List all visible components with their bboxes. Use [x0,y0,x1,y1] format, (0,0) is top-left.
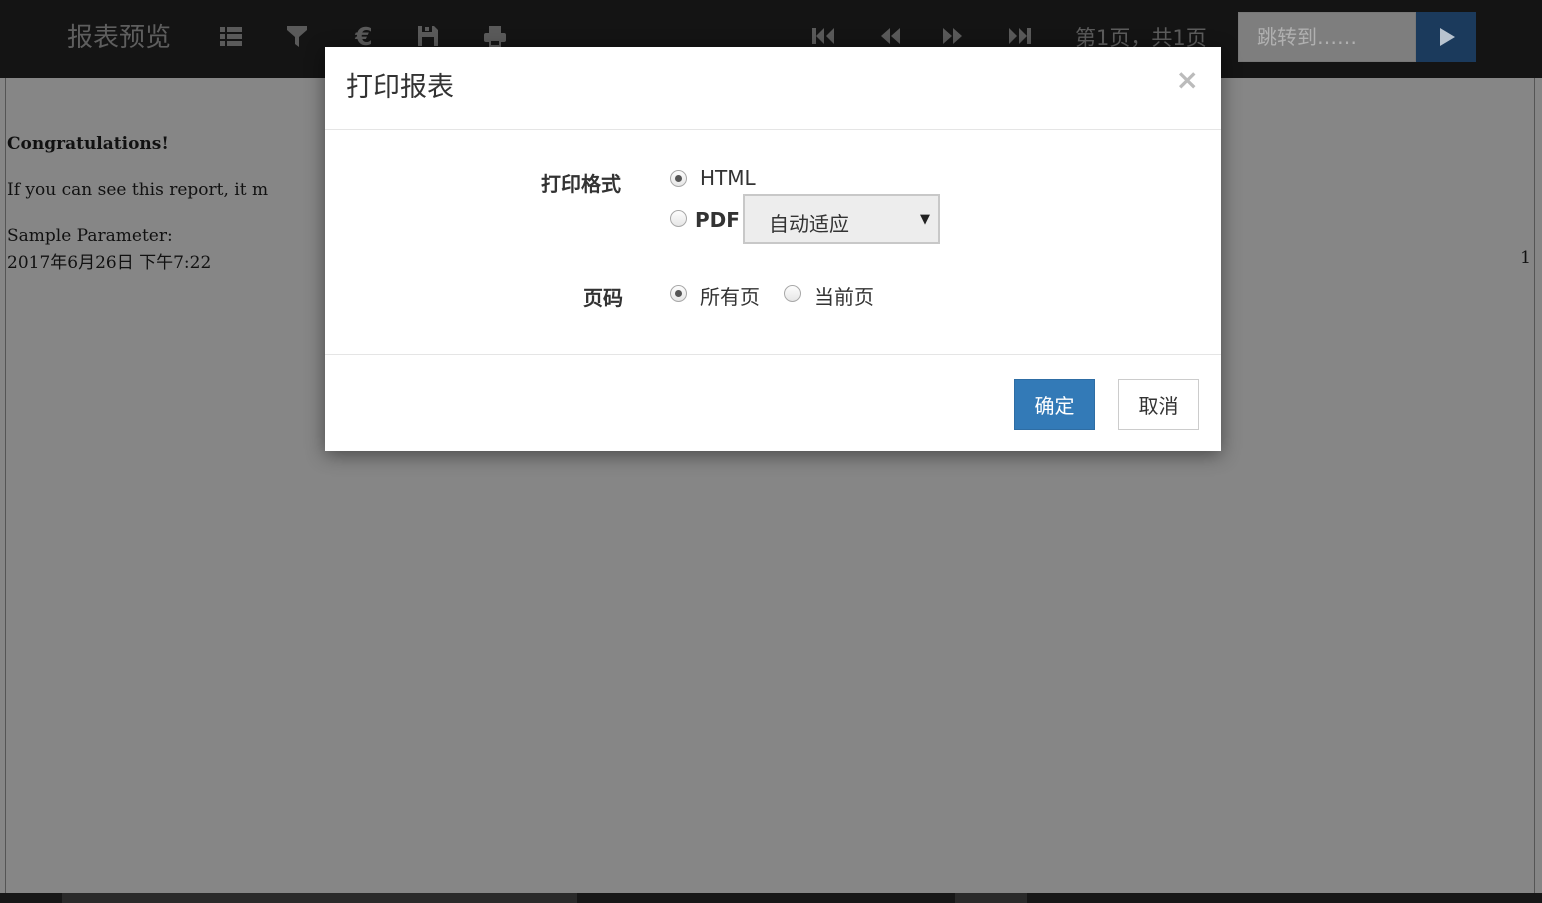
print-dialog: 打印报表 × 打印格式 HTML PDF 自动适应 ▼ 页码 所有页 当前页 确… [325,47,1221,451]
report-preview-title: 报表预览 [67,23,172,53]
dialog-title: 打印报表 [346,72,454,103]
play-icon [1440,28,1455,46]
dialog-header: 打印报表 × [325,47,1221,130]
radio-format-html[interactable] [670,170,687,187]
current-page-label[interactable]: 当前页 [814,281,874,310]
radio-current-page[interactable] [784,285,801,302]
pdf-size-select[interactable]: 自动适应 ▼ [743,194,940,244]
all-pages-label[interactable]: 所有页 [700,281,760,310]
dropdown-arrow-icon: ▼ [920,212,930,227]
print-format-label: 打印格式 [541,172,621,196]
cancel-button[interactable]: 取消 [1118,379,1199,430]
report-param-value: 2017年6月26日 下午7:22 [7,253,212,273]
next-page-icon[interactable] [939,22,967,50]
horizontal-scrollbar[interactable] [0,893,1542,903]
list-icon[interactable] [217,22,245,50]
format-pdf-label[interactable]: PDF [695,208,740,232]
pages-label: 页码 [583,286,623,310]
report-text: If you can see this report, it m [7,180,269,200]
svg-text:€: € [354,22,372,50]
radio-format-pdf[interactable] [670,210,687,227]
jump-to-page-input[interactable] [1238,12,1416,62]
scrollbar-thumb-secondary[interactable] [955,893,1027,903]
prev-page-icon[interactable] [876,22,904,50]
print-icon[interactable] [481,22,509,50]
confirm-button[interactable]: 确定 [1014,379,1095,430]
report-param-label: Sample Parameter: [7,226,173,246]
report-heading: Congratulations! [7,134,169,154]
scrollbar-thumb[interactable] [62,893,577,903]
report-page-number: 1 [1520,248,1531,268]
radio-all-pages[interactable] [670,285,687,302]
last-page-icon[interactable] [1006,22,1034,50]
save-icon[interactable] [414,22,442,50]
close-button[interactable]: × [1176,65,1199,95]
filter-icon[interactable] [283,22,311,50]
jump-go-button[interactable] [1416,12,1476,62]
euro-icon[interactable]: € [350,22,378,50]
dialog-footer: 确定 取消 [325,354,1221,451]
pdf-size-value: 自动适应 [769,212,849,236]
format-html-label[interactable]: HTML [700,166,756,190]
first-page-icon[interactable] [809,22,837,50]
